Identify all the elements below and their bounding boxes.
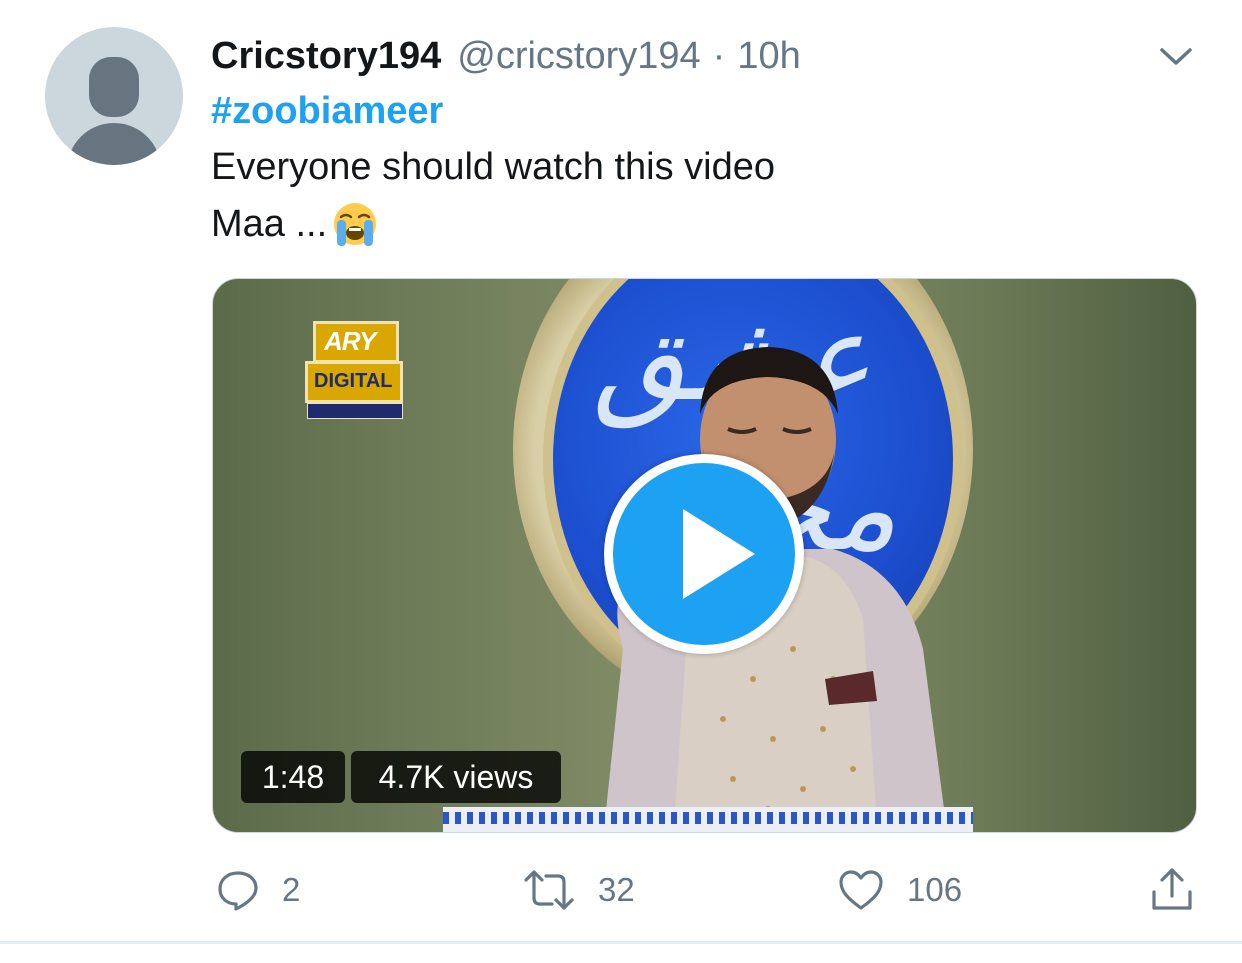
share-icon [1152, 868, 1192, 910]
timestamp[interactable]: 10h [737, 35, 800, 78]
play-icon [683, 509, 755, 599]
share-button[interactable] [1150, 860, 1194, 920]
tweet-text-line-2: Maa ... [211, 200, 381, 248]
hashtag-link[interactable]: #zoobiameer [211, 90, 443, 133]
video-duration: 1:48 [241, 751, 345, 803]
reply-icon [218, 871, 258, 911]
channel-logo-text-1: ARY [324, 326, 376, 356]
chevron-down-icon[interactable] [1158, 42, 1194, 70]
channel-logo: ARY DIGITAL [305, 321, 403, 421]
channel-logo-text-2: DIGITAL [314, 370, 393, 392]
view-count: 4.7K views [351, 751, 561, 803]
reply-count: 2 [282, 871, 301, 908]
play-button[interactable] [604, 454, 804, 654]
video-player[interactable]: ﻋﺸﻖ ﻣﺤﻤﺪ ARY DIGITAL [212, 278, 1197, 833]
reply-button[interactable]: 2 [216, 860, 300, 920]
display-name[interactable]: Cricstory194 [211, 35, 441, 78]
retweet-button[interactable]: 32 [522, 860, 635, 920]
retweet-icon [524, 870, 574, 910]
avatar[interactable] [45, 27, 183, 165]
stage-table-pattern [443, 812, 973, 824]
retweet-count: 32 [598, 871, 635, 908]
tweet[interactable]: Cricstory194 @cricstory194 · 10h #zoobia… [0, 0, 1242, 942]
heart-icon [839, 870, 883, 910]
like-button[interactable]: 106 [837, 860, 962, 920]
crying-face-icon [334, 203, 377, 246]
tweet-text-line-2-text: Maa ... [211, 202, 328, 245]
tweet-divider [0, 941, 1242, 944]
tweet-actions: 2 32 106 [212, 860, 1202, 920]
like-count: 106 [907, 871, 963, 908]
user-handle[interactable]: @cricstory194 [457, 35, 700, 78]
separator-dot: · [712, 34, 726, 77]
tweet-header: Cricstory194 @cricstory194 · 10h [211, 30, 801, 82]
tweet-text-line-1: Everyone should watch this video [211, 146, 775, 188]
